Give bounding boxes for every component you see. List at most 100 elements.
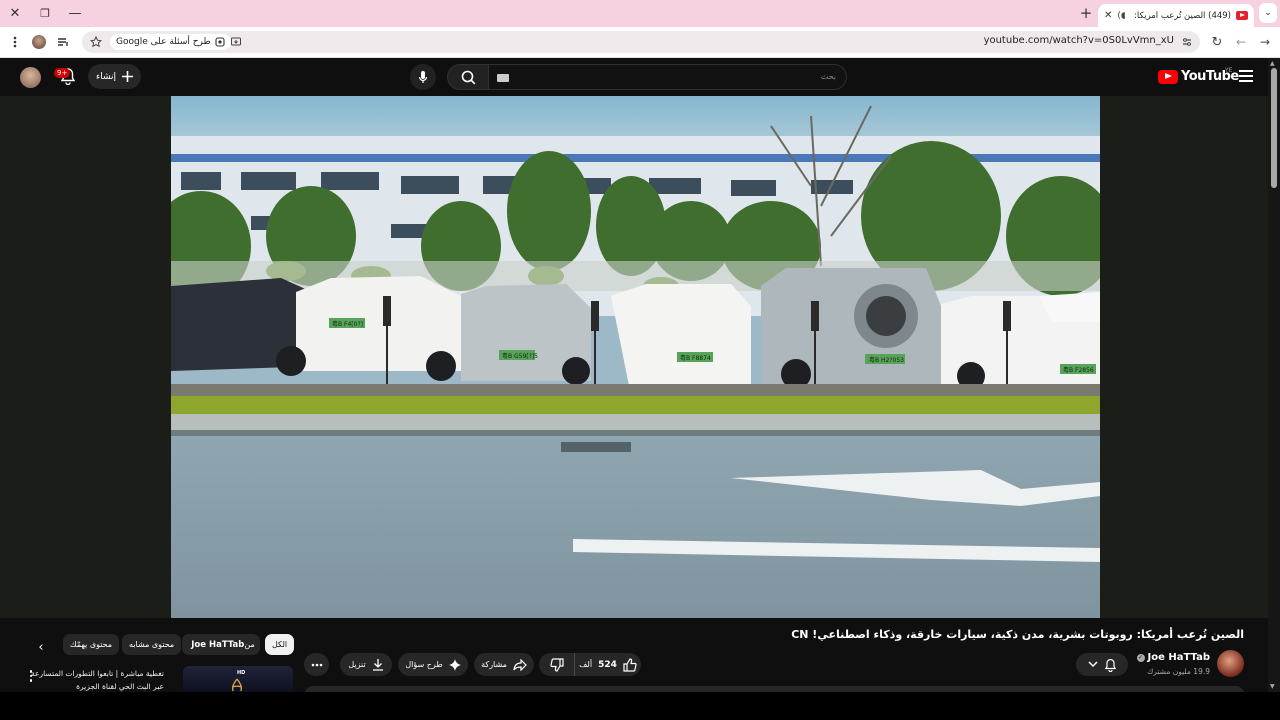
country-code: YE: [1225, 67, 1233, 74]
like-unit: ألف: [579, 660, 593, 669]
page-scrollbar[interactable]: ▲ ▼: [1268, 58, 1280, 692]
back-button[interactable]: →: [1256, 33, 1274, 51]
share-button[interactable]: مشاركة: [474, 653, 534, 676]
profile-button[interactable]: [30, 33, 48, 51]
reading-list-button[interactable]: [54, 33, 72, 51]
verified-check-icon: ✓: [1136, 653, 1145, 662]
thumbs-up-icon: [623, 657, 637, 672]
plus-icon: [122, 71, 134, 82]
more-horizontal-icon: [311, 663, 322, 666]
window-close-button[interactable]: ✕: [3, 3, 27, 23]
restore-icon: ❐: [40, 6, 50, 20]
search-button[interactable]: [447, 64, 489, 90]
chip-for-you-label: محتوى يهمّك: [70, 640, 113, 649]
dislike-button[interactable]: [539, 653, 575, 676]
close-icon: ✕: [9, 5, 21, 21]
scrollbar-thumb[interactable]: [1271, 68, 1277, 188]
video-player[interactable]: 粤B F4[0?] 粤B G59[?]5 粤B F8874 粤B H2?053 …: [0, 96, 1268, 618]
lens-icon: [215, 37, 225, 47]
chip-similar[interactable]: محتوى مشابه: [122, 634, 182, 655]
chip-all-label: الكل: [272, 640, 288, 649]
forward-button[interactable]: ←: [1232, 33, 1250, 51]
youtube-header: YouTube YE بحث إنشاء 9+: [0, 58, 1268, 96]
account-avatar[interactable]: [20, 67, 41, 88]
bell-icon: [1104, 658, 1116, 672]
chip-from-channel[interactable]: من Joe HaTTab: [182, 634, 260, 655]
screen: ✕ ❐ — + (449) الصين تُرعب أمريكا: رو ◖) …: [0, 0, 1280, 720]
browser-tab-youtube[interactable]: (449) الصين تُرعب أمريكا: رو ◖) ✕: [1098, 4, 1254, 27]
channel-logo-icon: [231, 678, 243, 692]
install-app-icon[interactable]: [230, 36, 242, 48]
license-plate: 粤B F2856: [1063, 366, 1094, 374]
taskbar-area: [0, 692, 1280, 720]
channel-name-link[interactable]: ✓ Joe HaTTab: [1136, 652, 1210, 663]
keyboard-icon[interactable]: [497, 74, 509, 82]
notifications-badge: 9+: [54, 68, 71, 78]
video-frame[interactable]: 粤B F4[0?] 粤B G59[?]5 粤B F8874 粤B H2?053 …: [171, 96, 1100, 618]
ask-google-chip[interactable]: طرح أسئلة على Google: [110, 34, 231, 50]
download-button[interactable]: تنزيل: [340, 653, 392, 676]
arrow-forward-icon: ←: [1235, 35, 1247, 49]
scroll-down-icon[interactable]: ▼: [1270, 683, 1275, 690]
subscription-menu-button[interactable]: [1076, 653, 1128, 676]
tab-title: (449) الصين تُرعب أمريكا: رو: [1130, 10, 1231, 21]
license-plate: 粤B F8874: [680, 354, 711, 362]
profile-avatar: [32, 35, 46, 49]
tab-strip: ✕ ❐ — + (449) الصين تُرعب أمريكا: رو ◖) …: [0, 0, 1280, 27]
new-tab-button[interactable]: +: [1078, 4, 1094, 22]
chip-similar-label: محتوى مشابه: [129, 640, 175, 649]
browser-toolbar: طرح أسئلة على Google youtube.com/watch?v…: [0, 27, 1280, 58]
chips-scroll-previous-button[interactable]: ‹: [32, 638, 50, 656]
chevron-down-icon: [1087, 661, 1098, 668]
speaker-icon[interactable]: ◖): [1117, 11, 1125, 21]
reload-icon: ↻: [1211, 34, 1223, 50]
create-button[interactable]: إنشاء: [88, 64, 141, 89]
minimize-icon: —: [68, 5, 82, 21]
watch-metadata: الصين تُرعب أمريكا: روبوتات بشرية، مدن ذ…: [0, 618, 1268, 696]
ask-button[interactable]: طرح سؤال: [398, 653, 468, 676]
browser-menu-button[interactable]: [6, 33, 24, 51]
license-plate: 粤B H2?053: [869, 356, 904, 364]
chip-from-channel-name: Joe HaTTab: [191, 639, 245, 650]
search-placeholder: بحث: [820, 72, 836, 81]
chip-for-you[interactable]: محتوى يهمّك: [63, 634, 120, 655]
chevron-down-icon: ⌄: [1264, 8, 1272, 18]
address-bar[interactable]: طرح أسئلة على Google youtube.com/watch?v…: [82, 31, 1200, 53]
window-restore-button[interactable]: ❐: [33, 3, 57, 23]
search-input[interactable]: بحث: [488, 64, 847, 90]
like-dislike-bar: 524 ألف: [539, 653, 641, 676]
license-plate: 粤B G59[?]5: [502, 352, 538, 360]
download-icon: [372, 659, 383, 671]
arrow-back-icon: →: [1259, 35, 1271, 49]
related-video-menu-button[interactable]: [26, 670, 36, 684]
create-label: إنشاء: [96, 71, 117, 82]
like-button[interactable]: 524 ألف: [575, 653, 641, 676]
guide-menu-button[interactable]: [1239, 70, 1253, 82]
site-info-icon[interactable]: [1181, 36, 1193, 48]
related-video-title[interactable]: تغطية مباشرة | تابعوا التطورات المتسارعة…: [24, 667, 164, 693]
scroll-up-icon[interactable]: ▲: [1270, 60, 1275, 67]
video-scene-image: 粤B F4[0?] 粤B G59[?]5 粤B F8874 粤B H2?053 …: [171, 96, 1100, 618]
tab-close-button[interactable]: ✕: [1104, 10, 1112, 21]
bookmark-star-icon[interactable]: [90, 36, 102, 48]
close-icon: ✕: [1104, 10, 1113, 21]
youtube-favicon-icon: [1236, 11, 1248, 20]
plus-icon: +: [1079, 4, 1093, 22]
share-icon: [513, 658, 527, 671]
chip-all[interactable]: الكل: [265, 634, 295, 655]
hd-badge: HD: [237, 670, 246, 676]
voice-search-button[interactable]: [410, 64, 436, 90]
chip-from-label: من: [244, 640, 255, 649]
more-vertical-icon: [13, 36, 17, 48]
sparkle-icon: [448, 658, 461, 671]
ask-label: طرح سؤال: [405, 660, 443, 669]
share-label: مشاركة: [481, 660, 507, 669]
more-actions-button[interactable]: [304, 653, 329, 676]
video-title: الصين تُرعب أمريكا: روبوتات بشرية، مدن ذ…: [791, 628, 1244, 641]
thumbs-down-icon: [549, 657, 564, 672]
channel-avatar[interactable]: [1217, 650, 1244, 677]
window-minimize-button[interactable]: —: [63, 3, 87, 23]
tab-search-button[interactable]: ⌄: [1259, 3, 1277, 23]
reading-list-icon: [58, 38, 68, 46]
reload-button[interactable]: ↻: [1208, 33, 1226, 51]
